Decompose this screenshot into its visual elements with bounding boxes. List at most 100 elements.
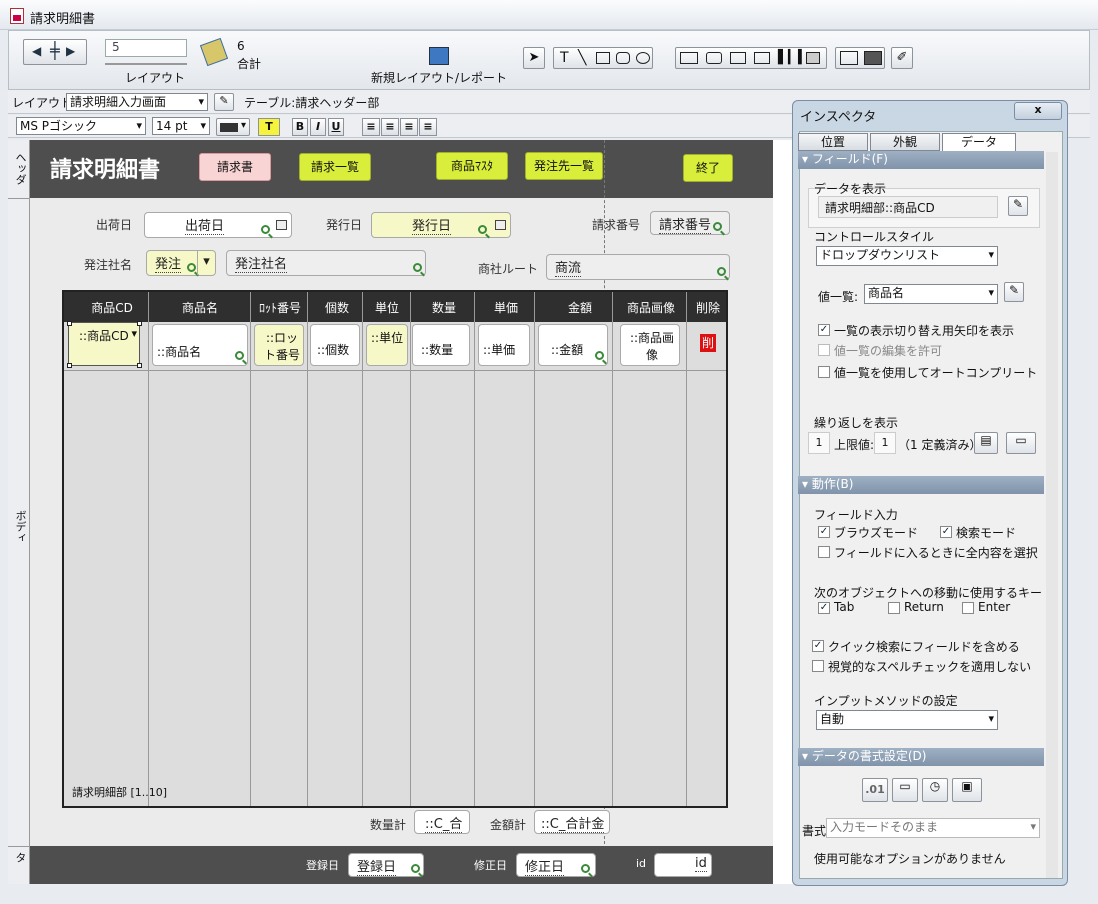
invoice-list-button[interactable]: 請求一覧 — [299, 153, 371, 181]
header-part-label[interactable]: ヘッダ — [12, 152, 28, 185]
font-dropdown[interactable]: MS Pゴシック — [16, 117, 146, 135]
max-input[interactable]: 1 — [874, 432, 896, 454]
client-label: 発注社名 — [84, 258, 133, 272]
qty-total-field[interactable]: ::C_合 — [414, 810, 470, 834]
product-name-field[interactable]: ::商品名 — [152, 324, 248, 366]
supplier-list-button[interactable]: 発注先一覧 — [525, 152, 603, 180]
product-master-button[interactable]: 商品ﾏｽﾀ — [436, 152, 508, 180]
route-field[interactable]: 商流 — [546, 254, 730, 280]
return-key-checkbox[interactable] — [888, 602, 900, 614]
rectangle-tool-icon[interactable] — [596, 52, 610, 64]
horizontal-repeat-icon[interactable]: ▭ — [1006, 432, 1036, 454]
behavior-section-header[interactable]: ▾ 動作(B) — [798, 476, 1044, 494]
find-mode-checkbox[interactable]: ✓ — [940, 526, 952, 538]
tab-key-checkbox[interactable]: ✓ — [818, 602, 830, 614]
portal-tool-icon[interactable] — [754, 52, 770, 64]
select-all-checkbox[interactable] — [818, 546, 830, 558]
no-spell-checkbox[interactable] — [812, 660, 824, 672]
ship-date-field[interactable]: 出荷日 — [144, 212, 292, 238]
unit-field[interactable]: ::単位 — [366, 324, 408, 366]
lot-no-field[interactable]: ::ロット番号 — [254, 324, 304, 366]
button-tool-icon[interactable] — [706, 52, 722, 64]
vertical-repeat-icon[interactable]: ▤ — [974, 432, 998, 454]
line-items-portal[interactable] — [62, 290, 728, 808]
align-center-icon[interactable]: ≡ — [381, 118, 399, 136]
exit-button[interactable]: 終了 — [683, 154, 733, 182]
control-style-dropdown[interactable]: ドロップダウンリスト — [816, 246, 998, 266]
mod-date-field[interactable]: 修正日 — [516, 853, 596, 877]
quantity-field[interactable]: ::数量 — [412, 324, 470, 366]
invoice-no-field[interactable]: 請求番号 — [650, 211, 730, 235]
product-image-field[interactable]: ::商品画像 — [620, 324, 680, 366]
amt-total-field[interactable]: ::C_合計金 — [534, 810, 610, 834]
value-list-dropdown[interactable]: 商品名 — [864, 284, 998, 304]
repeat-input[interactable]: 1 — [808, 432, 830, 454]
allow-edit-checkbox[interactable] — [818, 344, 830, 356]
product-cd-field[interactable]: ::商品CD ▾ — [68, 322, 140, 366]
delete-row-button[interactable]: 削 — [700, 334, 716, 352]
bold-button[interactable]: B — [292, 118, 308, 136]
record-navigator[interactable]: ◀ ╪ ▶ — [23, 39, 87, 65]
field-picker-icon[interactable] — [840, 51, 858, 65]
defined-label: （1 定義済み） — [898, 438, 982, 452]
unit-price-field[interactable]: ::単価 — [478, 324, 530, 366]
image-format-icon[interactable]: ▣ — [952, 778, 982, 802]
format-dropdown[interactable]: 入力モードそのまま — [826, 818, 1040, 838]
pointer-tool-icon[interactable]: ➤ — [523, 47, 545, 69]
chart-tool-icon[interactable]: ▌▎▍ — [778, 50, 808, 65]
record-slider[interactable] — [105, 63, 187, 65]
part-tool-icon[interactable] — [864, 51, 882, 65]
client-code-field[interactable]: 発注 ▾ — [146, 250, 216, 276]
tab-position[interactable]: 位置 — [798, 133, 868, 151]
clock-icon[interactable]: ◷ — [922, 778, 948, 802]
amount-field[interactable]: ::金額 — [538, 324, 608, 366]
ime-dropdown[interactable]: 自動 — [816, 710, 998, 730]
record-number-input[interactable]: 5 — [105, 39, 187, 57]
tab-data[interactable]: データ — [942, 133, 1016, 151]
enter-key-checkbox[interactable] — [962, 602, 974, 614]
field-section-header[interactable]: ▾ フィールド(F) — [798, 151, 1044, 169]
pieces-field[interactable]: ::個数 — [310, 324, 360, 366]
underline-button[interactable]: U — [328, 118, 344, 136]
format-section-header[interactable]: ▾ データの書式設定(D) — [798, 748, 1044, 766]
italic-button[interactable]: I — [310, 118, 326, 136]
client-name-field[interactable]: 発注社名 — [226, 250, 426, 276]
edit-layout-icon[interactable]: ✎ — [214, 93, 234, 111]
new-layout-icon[interactable] — [429, 47, 449, 65]
browse-mode-checkbox[interactable]: ✓ — [818, 526, 830, 538]
tab-control-icon[interactable] — [730, 52, 746, 64]
line-tool-icon[interactable]: ╲ — [578, 50, 586, 66]
text-tool-icon[interactable]: T — [560, 50, 569, 66]
calendar-icon[interactable]: ▭ — [892, 778, 918, 802]
align-right-icon[interactable]: ≡ — [400, 118, 418, 136]
inspector-scrollbar[interactable] — [1046, 152, 1058, 878]
invoice-button[interactable]: 請求書 — [199, 153, 271, 181]
show-arrow-checkbox[interactable]: ✓ — [818, 324, 830, 336]
reg-date-field[interactable]: 登録日 — [348, 853, 424, 877]
font-size-dropdown[interactable]: 14 pt — [152, 117, 210, 135]
autocomplete-checkbox[interactable] — [818, 366, 830, 378]
layout-dropdown[interactable]: 請求明細入力画面 — [66, 93, 208, 111]
rounded-rect-tool-icon[interactable] — [616, 52, 630, 64]
pencil-icon[interactable]: ✎ — [1008, 196, 1028, 216]
body-part-label[interactable]: ボディ — [12, 510, 28, 543]
highlight-button[interactable]: T — [258, 118, 280, 136]
format-painter-icon[interactable]: ✐ — [891, 47, 913, 69]
prev-icon[interactable]: ◀ — [32, 44, 41, 58]
quick-find-checkbox[interactable]: ✓ — [812, 640, 824, 652]
id-field[interactable]: id — [654, 853, 712, 877]
tab-appearance[interactable]: 外観 — [870, 133, 940, 151]
web-viewer-icon[interactable] — [806, 52, 820, 64]
close-icon[interactable]: x — [1014, 102, 1062, 120]
next-icon[interactable]: ▶ — [66, 44, 75, 58]
align-left-icon[interactable]: ≡ — [362, 118, 380, 136]
align-justify-icon[interactable]: ≡ — [419, 118, 437, 136]
issue-date-field[interactable]: 発行日 — [371, 212, 511, 238]
new-layout-label[interactable]: 新規レイアウト/レポート — [371, 69, 507, 86]
oval-tool-icon[interactable] — [636, 52, 650, 64]
field-tool-icon[interactable] — [680, 52, 698, 64]
edit-value-list-icon[interactable]: ✎ — [1004, 282, 1024, 302]
text-color-picker[interactable]: ▾ — [216, 118, 250, 136]
window-title: 請求明細書 — [30, 12, 96, 27]
number-format-button[interactable]: .01 — [862, 778, 888, 802]
